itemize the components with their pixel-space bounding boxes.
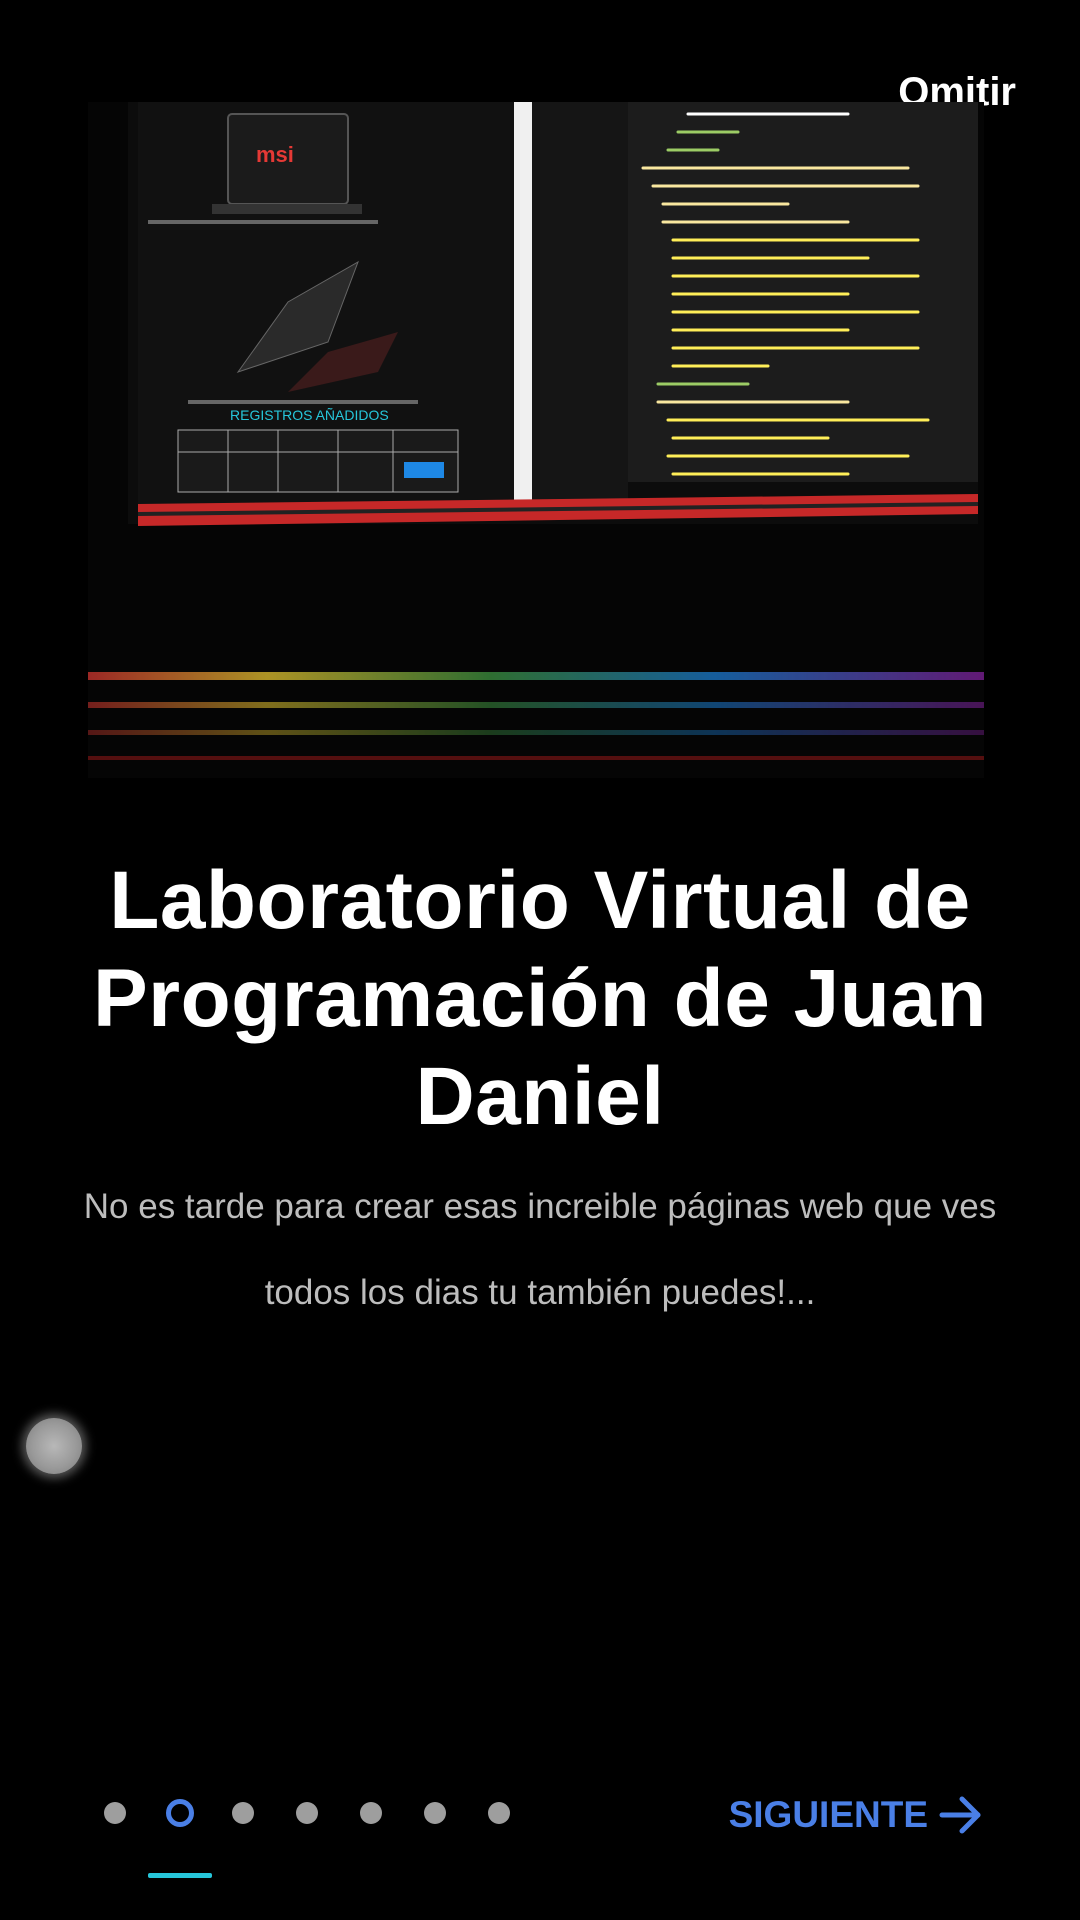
svg-text:REGISTROS AÑADIDOS: REGISTROS AÑADIDOS [230, 407, 389, 423]
active-page-underline [148, 1873, 212, 1878]
svg-text:msi: msi [256, 142, 294, 167]
page-subtitle: No es tarde para crear esas increible pá… [83, 1187, 997, 1312]
page-dot-5[interactable] [360, 1802, 382, 1824]
touch-indicator [26, 1418, 82, 1474]
page-dot-6[interactable] [424, 1802, 446, 1824]
page-indicator [100, 1794, 540, 1834]
next-button[interactable]: SIGUIENTE [729, 1790, 984, 1840]
page-dot-2[interactable] [166, 1799, 194, 1827]
page-dot-1[interactable] [104, 1802, 126, 1824]
hero-image: msi REGISTROS AÑADIDOS [88, 102, 984, 778]
page-title: Laboratorio Virtual de Programación de J… [92, 855, 988, 1142]
page-dot-7[interactable] [488, 1802, 510, 1824]
arrow-right-icon [938, 1793, 984, 1837]
page-dot-3[interactable] [232, 1802, 254, 1824]
page-dot-4[interactable] [296, 1802, 318, 1824]
next-label: SIGUIENTE [728, 1794, 928, 1835]
